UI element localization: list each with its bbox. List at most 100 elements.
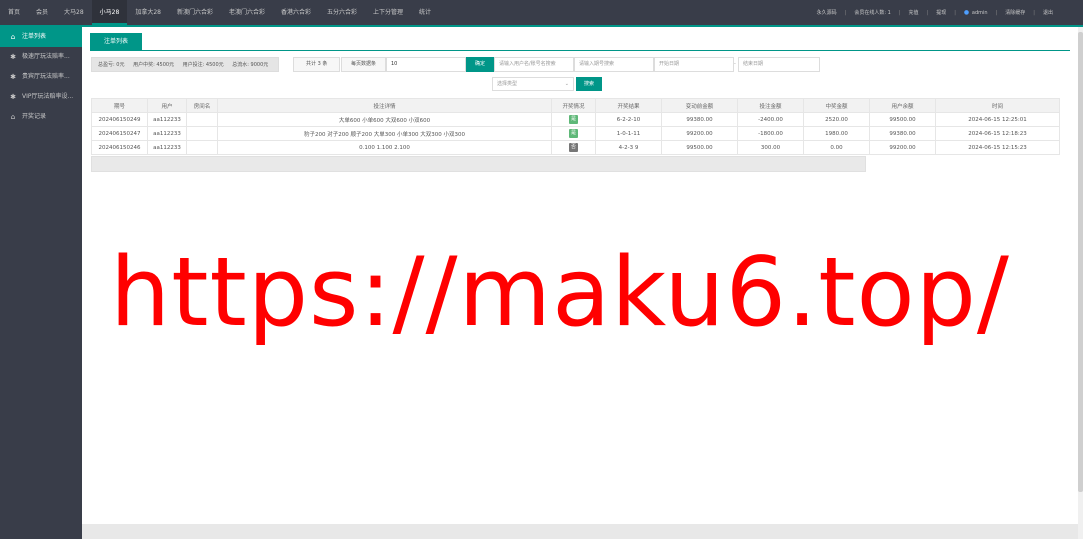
permanent-source-link[interactable]: 永久源码 bbox=[817, 9, 837, 16]
col-result: 开奖结果 bbox=[595, 98, 662, 113]
sidebar-item-label: 注单列表 bbox=[22, 33, 47, 40]
gear-icon: ✱ bbox=[10, 53, 16, 61]
user-icon: ● bbox=[963, 8, 970, 16]
page-size-input[interactable]: 10 bbox=[386, 57, 466, 72]
tab-bet-list[interactable]: 注单列表 bbox=[90, 33, 143, 51]
top-navbar: 首页 会员 大马28 小马28 加拿大28 新澳门六合彩 老澳门六合彩 香港六合… bbox=[0, 0, 1083, 27]
opened-badge: 是 bbox=[569, 115, 578, 124]
divider: | bbox=[898, 9, 901, 16]
cell-detail: 豹子200 对子200 顺子200 大单300 小单300 大双300 小双30… bbox=[217, 126, 552, 141]
nav-item-credit-management[interactable]: 上下分管理 bbox=[365, 0, 411, 25]
end-date-input[interactable]: 结束日期 bbox=[738, 57, 820, 72]
watermark-text: https://maku6.top/ bbox=[110, 238, 1010, 348]
col-detail: 投注详情 bbox=[217, 98, 552, 113]
cell-issue: 202406150246 bbox=[91, 140, 148, 155]
table-row[interactable]: 202406150247 aa112233 豹子200 对子200 顺子200 … bbox=[91, 126, 1060, 141]
nav-item-small28[interactable]: 小马28 bbox=[91, 0, 128, 25]
cell-room bbox=[186, 126, 218, 141]
table-row[interactable]: 202406150249 aa112233 大单600 小单600 大双600 … bbox=[91, 112, 1060, 127]
col-room: 房间名 bbox=[186, 98, 218, 113]
sidebar-item-bet-list[interactable]: ⌂ 注单列表 bbox=[0, 27, 82, 47]
total-count: 共计 3 条 bbox=[293, 57, 341, 72]
type-select[interactable]: 选择类型 ⌄ bbox=[492, 77, 574, 91]
username: admin bbox=[971, 9, 988, 16]
cell-win-amount: 2520.00 bbox=[803, 112, 870, 127]
user-winnings: 用户中奖: 4500元 bbox=[133, 62, 175, 68]
table-header-row: 期号 用户 房间名 投注详情 开奖情况 开奖结果 变动前金额 投注金额 中奖金额… bbox=[91, 98, 1060, 113]
divider: | bbox=[995, 9, 998, 16]
sidebar-item-draw-records[interactable]: ⌂ 开奖记录 bbox=[0, 107, 82, 127]
cell-bet-amount: 300.00 bbox=[737, 140, 804, 155]
nav-item-old-macau-lottery[interactable]: 老澳门六合彩 bbox=[221, 0, 273, 25]
page-size-label: 每页数据条 bbox=[341, 57, 387, 72]
sidebar-item-label: 开奖记录 bbox=[22, 113, 47, 120]
bottom-strip bbox=[82, 524, 1078, 539]
cell-time: 2024-06-15 12:25:01 bbox=[935, 112, 1060, 127]
home-icon: ⌂ bbox=[10, 33, 16, 41]
cell-win-amount: 1980.00 bbox=[803, 126, 870, 141]
not-opened-badge: 否 bbox=[569, 143, 578, 152]
nav-item-canada28[interactable]: 加拿大28 bbox=[127, 0, 169, 25]
nav-item-home[interactable]: 首页 bbox=[0, 0, 28, 25]
user-menu[interactable]: ● admin bbox=[963, 8, 988, 16]
table-row[interactable]: 202406150246 aa112233 0.100 1.100 2.100 … bbox=[91, 140, 1060, 155]
type-select-value: 选择类型 bbox=[497, 81, 518, 87]
opened-badge: 是 bbox=[569, 129, 578, 138]
scrollbar-thumb[interactable] bbox=[1078, 32, 1083, 492]
divider: | bbox=[1033, 9, 1035, 16]
col-bet-amount: 投注金额 bbox=[737, 98, 804, 113]
search-button[interactable]: 搜索 bbox=[576, 77, 602, 91]
nav-item-five-minute-lottery[interactable]: 五分六合彩 bbox=[319, 0, 365, 25]
withdraw-link[interactable]: 提现 bbox=[936, 9, 946, 16]
cell-balance: 99500.00 bbox=[869, 112, 936, 127]
cell-result: 6-2-2-10 bbox=[595, 112, 662, 127]
logout-link[interactable]: 退出 bbox=[1043, 9, 1053, 16]
col-user: 用户 bbox=[147, 98, 187, 113]
nav-item-hongkong-lottery[interactable]: 香港六合彩 bbox=[273, 0, 319, 25]
sidebar-item-vip-odds-settings[interactable]: ✱ VIP厅玩法赔率设... bbox=[0, 87, 82, 107]
start-date-input[interactable]: 开始日期 bbox=[654, 57, 734, 72]
cell-issue: 202406150247 bbox=[91, 126, 148, 141]
user-bets: 用户投注: 4500元 bbox=[182, 62, 224, 68]
sidebar-item-vip-room-odds[interactable]: ✱ 贵宾厅玩法赔率... bbox=[0, 67, 82, 87]
clear-cache-link[interactable]: 清除缓存 bbox=[1005, 9, 1025, 16]
total-flow: 总流水: 9000元 bbox=[232, 62, 269, 68]
confirm-button[interactable]: 确定 bbox=[466, 57, 494, 72]
sidebar-item-label: 贵宾厅玩法赔率... bbox=[22, 73, 70, 80]
gear-icon: ✱ bbox=[10, 73, 16, 81]
nav-item-new-macau-lottery[interactable]: 新澳门六合彩 bbox=[169, 0, 221, 25]
cell-time: 2024-06-15 12:18:23 bbox=[935, 126, 1060, 141]
user-search-input[interactable]: 请输入用户名/账号名搜索 bbox=[494, 57, 574, 72]
cell-time: 2024-06-15 12:15:23 bbox=[935, 140, 1060, 155]
cell-user: aa112233 bbox=[147, 112, 187, 127]
nav-item-big28[interactable]: 大马28 bbox=[56, 0, 92, 25]
cell-opened: 是 bbox=[551, 126, 596, 141]
table-footer bbox=[91, 156, 866, 172]
cell-opened: 是 bbox=[551, 112, 596, 127]
sidebar-item-express-odds[interactable]: ✱ 极速厅玩法赔率... bbox=[0, 47, 82, 67]
tab-bar: 注单列表 bbox=[90, 33, 1070, 51]
cell-result: 4-2-3 9 bbox=[595, 140, 662, 155]
sidebar-item-label: 极速厅玩法赔率... bbox=[22, 53, 70, 60]
col-opened: 开奖情况 bbox=[551, 98, 596, 113]
cell-balance: 99200.00 bbox=[869, 140, 936, 155]
cell-before-amount: 99500.00 bbox=[661, 140, 738, 155]
cell-detail: 大单600 小单600 大双600 小双600 bbox=[217, 112, 552, 127]
nav-item-statistics[interactable]: 统计 bbox=[411, 0, 439, 25]
total-profit: 总盈亏: 0元 bbox=[98, 62, 125, 68]
cell-before-amount: 99200.00 bbox=[661, 126, 738, 141]
nav-item-members[interactable]: 会员 bbox=[28, 0, 56, 25]
issue-search-input[interactable]: 请输入期号搜索 bbox=[574, 57, 654, 72]
col-issue: 期号 bbox=[91, 98, 148, 113]
top-nav: 首页 会员 大马28 小马28 加拿大28 新澳门六合彩 老澳门六合彩 香港六合… bbox=[0, 0, 439, 25]
online-count: 会员在线人数: 1 bbox=[854, 10, 891, 16]
divider: | bbox=[954, 9, 956, 16]
cell-win-amount: 0.00 bbox=[803, 140, 870, 155]
gear-icon: ✱ bbox=[10, 93, 16, 101]
cell-issue: 202406150249 bbox=[91, 112, 148, 127]
recharge-link[interactable]: 充值 bbox=[909, 9, 919, 16]
cell-user: aa112233 bbox=[147, 126, 187, 141]
sidebar: ⌂ 注单列表 ✱ 极速厅玩法赔率... ✱ 贵宾厅玩法赔率... ✱ VIP厅玩法赔率设… bbox=[0, 27, 82, 539]
cell-bet-amount: -1800.00 bbox=[737, 126, 804, 141]
summary-bar: 总盈亏: 0元 用户中奖: 4500元 用户投注: 4500元 总流水: 900… bbox=[91, 57, 279, 72]
